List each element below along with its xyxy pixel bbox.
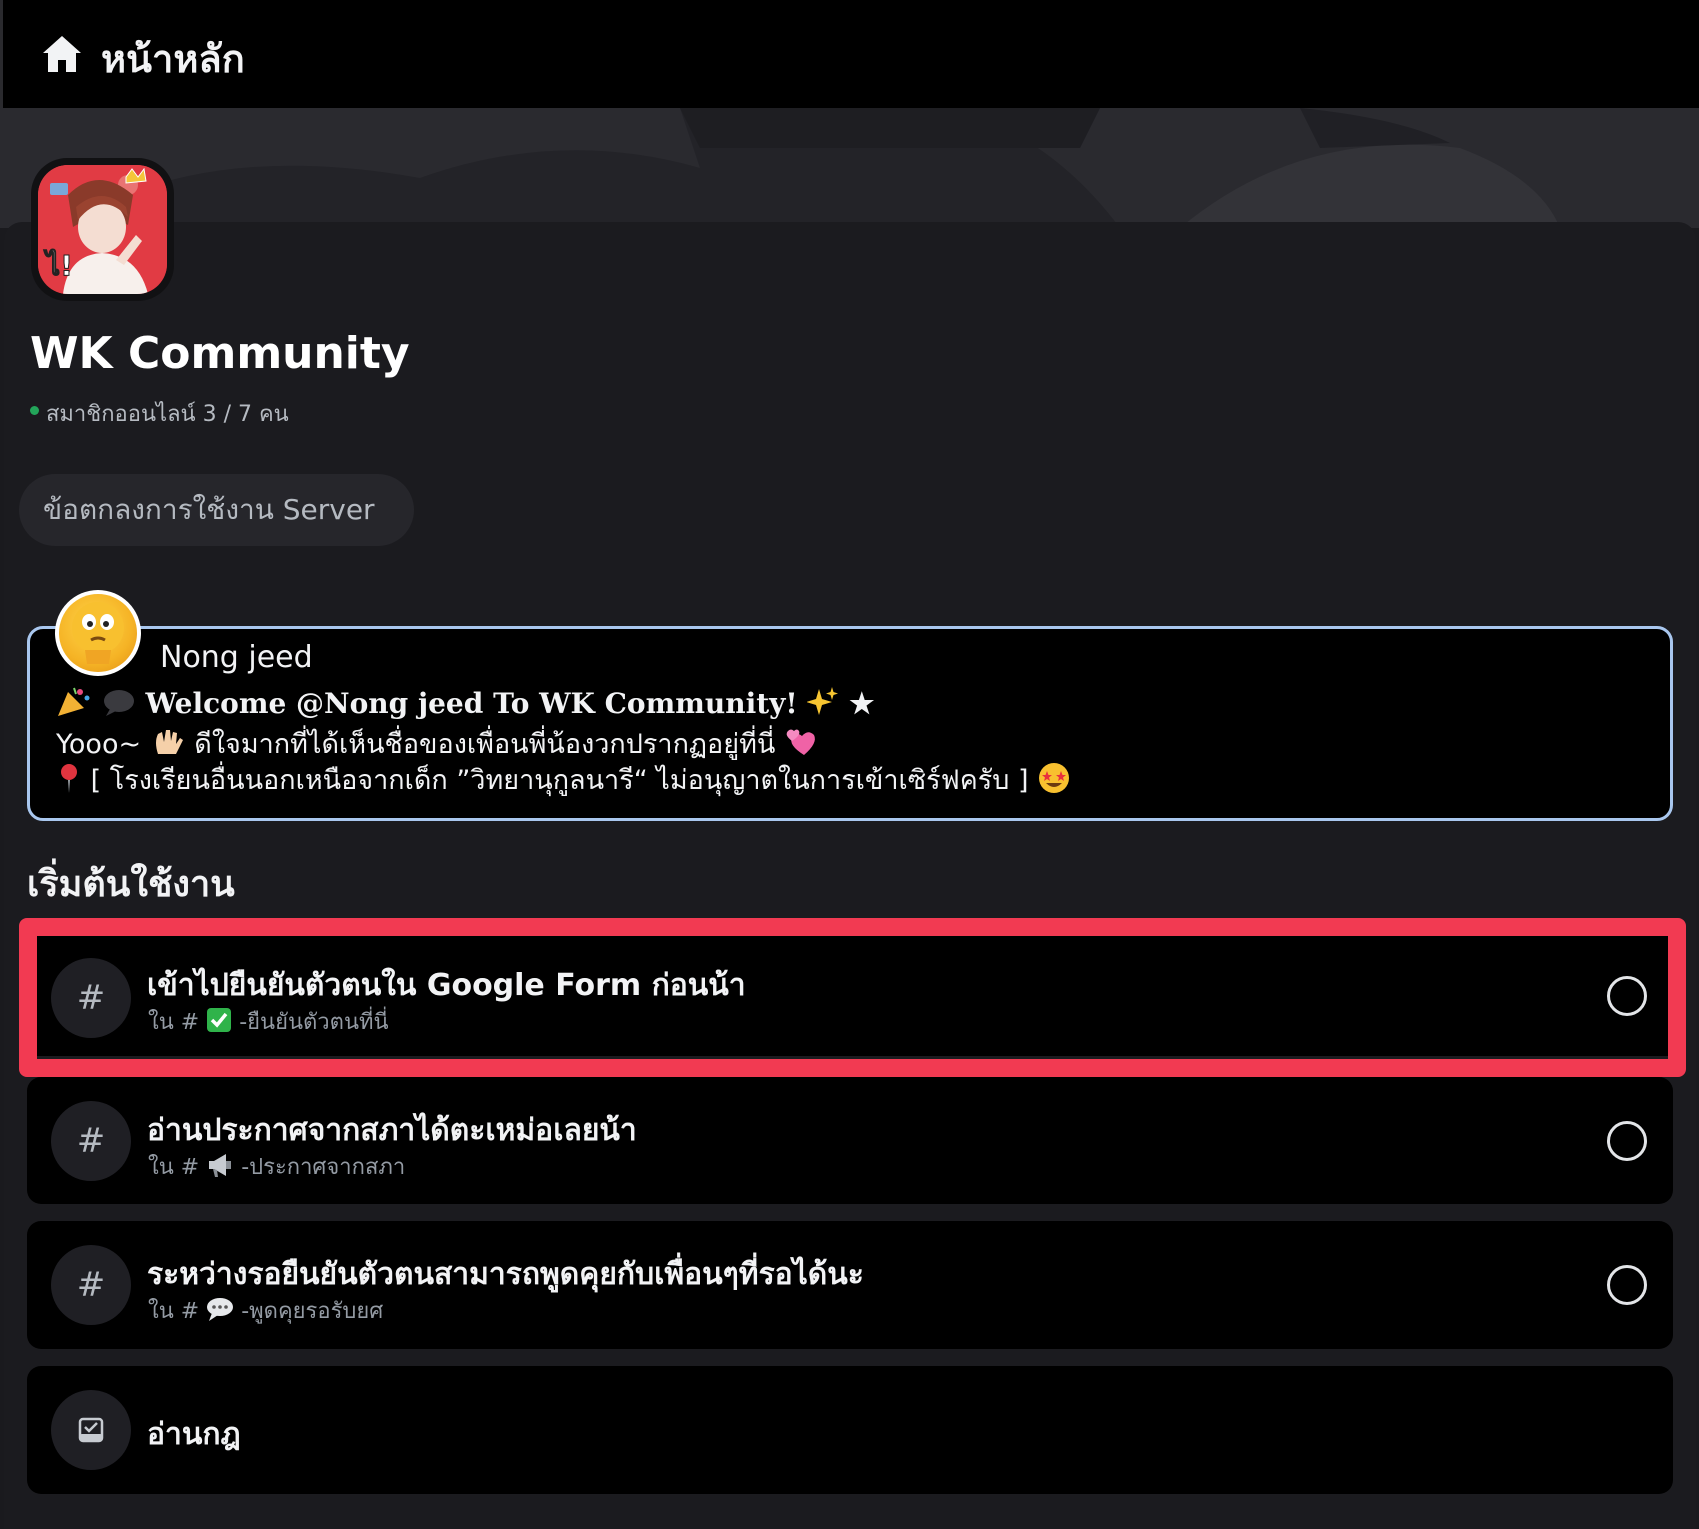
welcome-user-name: Nong jeed	[160, 640, 313, 675]
megaphone-icon	[206, 1152, 234, 1184]
welcome-line-1-text: Welcome @Nong jeed To WK Community!	[145, 687, 798, 720]
checklist-icon	[51, 1390, 131, 1470]
svg-text:ไ!: ไ!	[43, 249, 73, 282]
task-title: อ่านกฎ	[147, 1417, 241, 1452]
task-checkbox[interactable]	[1607, 1121, 1647, 1161]
app-root: หน้าหลัก ไ! WK Community สมาชิกออนไลน์ 3…	[0, 0, 1699, 1529]
task-channel-name: -พูดคุยรอรับยศ	[241, 1299, 384, 1324]
task-title: ระหว่างรอยืนยันตัวตนสามารถพูดคุยกับเพื่อ…	[147, 1257, 864, 1292]
welcome-user-avatar[interactable]	[55, 590, 141, 676]
welcome-line-3-text: [ โรงเรียนอื่นนอกเหนือจากเด็ก ”วิทยานุกู…	[90, 765, 1029, 796]
banner-art	[0, 108, 1699, 228]
sparkles-icon	[806, 687, 839, 724]
round-pushpin-icon	[56, 762, 82, 801]
thinking-face-icon	[72, 602, 124, 664]
online-status-dot	[30, 406, 39, 415]
text-channel-icon: #	[51, 1245, 131, 1325]
task-channel-prefix: ใน #	[148, 1155, 200, 1180]
server-avatar-art: ไ!	[38, 165, 167, 294]
task-title: อ่านประกาศจากสภาได้ตะเหม่อเลยน้า	[147, 1113, 637, 1148]
party-popper-icon	[56, 686, 92, 725]
top-bar: หน้าหลัก	[0, 0, 1699, 108]
server-icon[interactable]: ไ!	[31, 158, 174, 301]
task-checkbox[interactable]	[1607, 1265, 1647, 1305]
welcome-line-2-text: ดีใจมากที่ได้เห็นชื่อของเพื่อนพี่น้องวกป…	[194, 729, 776, 760]
online-member-count: สมาชิกออนไลน์ 3 / 7 คน	[46, 402, 289, 427]
page-title: หน้าหลัก	[101, 37, 245, 81]
server-name: WK Community	[30, 328, 410, 379]
onboarding-task-announcements[interactable]: # อ่านประกาศจากสภาได้ตะเหม่อเลยน้า ใน # …	[27, 1077, 1673, 1204]
task-channel: ใน # -พูดคุยรอรับยศ	[148, 1293, 383, 1328]
task-channel-name: -ประกาศจากสภา	[241, 1155, 406, 1180]
highlight-box	[19, 918, 1686, 1077]
home-icon[interactable]	[41, 34, 83, 74]
welcome-line-1: Welcome @Nong jeed To WK Community! ★	[56, 686, 874, 725]
welcome-line-2-greeting: Yooo~	[56, 729, 142, 760]
onboarding-task-read-rules[interactable]: อ่านกฎ	[27, 1366, 1673, 1494]
speech-bubble-icon	[102, 687, 136, 724]
star-glyph: ★	[849, 687, 875, 720]
getting-started-title: เริ่มต้นใช้งาน	[27, 864, 235, 905]
star-struck-icon	[1037, 762, 1071, 801]
text-channel-icon: #	[51, 1101, 131, 1181]
task-channel: ใน # -ประกาศจากสภา	[148, 1149, 405, 1184]
task-channel-prefix: ใน #	[148, 1299, 200, 1324]
server-rules-button[interactable]: ข้อตกลงการใช้งาน Server	[19, 474, 414, 546]
speech-balloon-icon	[206, 1296, 234, 1328]
server-banner	[0, 108, 1699, 228]
welcome-line-3: [ โรงเรียนอื่นนอกเหนือจากเด็ก ”วิทยานุกู…	[56, 758, 1071, 801]
onboarding-task-chat[interactable]: # ระหว่างรอยืนยันตัวตนสามารถพูดคุยกับเพื…	[27, 1221, 1673, 1349]
